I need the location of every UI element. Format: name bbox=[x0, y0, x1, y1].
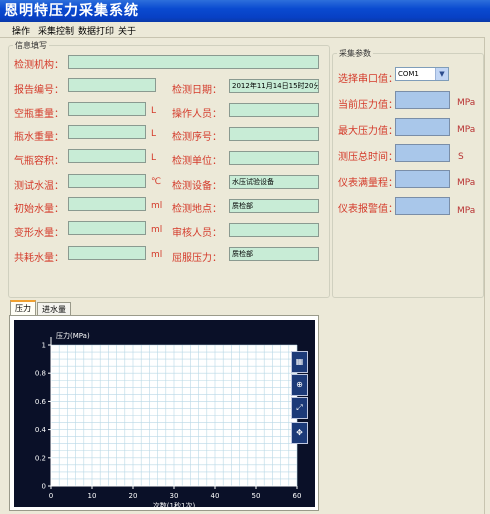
initial-water-unit: ml bbox=[151, 201, 163, 211]
cylinder-volume-unit: L bbox=[151, 153, 157, 163]
menu-collect-control[interactable]: 采集控制 bbox=[38, 24, 74, 37]
water-temp-unit: ℃ bbox=[151, 177, 162, 187]
empty-weight-label: 空瓶重量： bbox=[14, 109, 64, 120]
alarm-field[interactable] bbox=[395, 197, 450, 215]
full-range-unit: MPa bbox=[457, 178, 476, 188]
full-range-label: 仪表满量程： bbox=[338, 178, 398, 189]
water-temp-field[interactable] bbox=[68, 174, 146, 188]
chart-toolbar-zoom-icon[interactable]: ⊕ bbox=[291, 374, 308, 396]
reviewer-label: 审核人员： bbox=[172, 228, 222, 239]
chart-toolbar-grid-icon[interactable]: ▦ bbox=[291, 351, 308, 373]
full-range-field[interactable] bbox=[395, 170, 450, 188]
x-tick-label: 10 bbox=[88, 492, 97, 500]
window-right-border bbox=[484, 37, 490, 514]
unit-label: 检测单位： bbox=[172, 156, 222, 167]
x-tick-label: 0 bbox=[49, 492, 53, 500]
consume-water-label: 共耗水量： bbox=[14, 253, 64, 264]
reviewer-field[interactable] bbox=[229, 223, 319, 237]
port-value: COM1 bbox=[398, 70, 419, 78]
current-pressure-label: 当前压力值： bbox=[338, 100, 398, 111]
bottle-water-unit: L bbox=[151, 129, 157, 139]
report-no-field[interactable] bbox=[68, 78, 156, 92]
pressure-chart[interactable]: 0 10 20 30 40 50 60 0 0.2 0.4 0.6 0.8 1 压力(MPa) 次数(1秒1… bbox=[14, 320, 315, 507]
max-pressure-unit: MPa bbox=[457, 125, 476, 135]
y-tick-label: 0.4 bbox=[35, 426, 47, 434]
x-tick-label: 60 bbox=[293, 492, 302, 500]
inspect-org-field[interactable] bbox=[68, 55, 319, 69]
y-axis-label: 压力(MPa) bbox=[56, 331, 90, 340]
max-pressure-field[interactable] bbox=[395, 118, 450, 136]
total-time-field[interactable] bbox=[395, 144, 450, 162]
x-axis-label: 次数(1秒1次) bbox=[153, 501, 196, 507]
x-tick-label: 50 bbox=[252, 492, 261, 500]
empty-weight-unit: L bbox=[151, 106, 157, 116]
port-select[interactable]: COM1 ▼ bbox=[395, 67, 449, 81]
serial-label: 检测序号： bbox=[172, 132, 222, 143]
operator-field[interactable] bbox=[229, 103, 319, 117]
x-tick-label: 20 bbox=[129, 492, 138, 500]
y-tick-label: 0 bbox=[42, 483, 46, 491]
y-tick-label: 1 bbox=[42, 342, 46, 350]
y-tick-label: 0.6 bbox=[35, 398, 47, 406]
chart-panel: 0 10 20 30 40 50 60 0 0.2 0.4 0.6 0.8 1 压力(MPa) 次数(1秒1… bbox=[9, 315, 319, 511]
y-tick-label: 0.8 bbox=[35, 370, 46, 378]
serial-field[interactable] bbox=[229, 127, 319, 141]
operator-label: 操作人员： bbox=[172, 109, 222, 120]
initial-water-label: 初始水量： bbox=[14, 204, 64, 215]
report-no-label: 报告编号： bbox=[14, 85, 64, 96]
chevron-down-icon[interactable]: ▼ bbox=[435, 68, 448, 80]
params-group-legend: 采集参数 bbox=[339, 49, 371, 58]
cylinder-volume-label: 气瓶容积： bbox=[14, 156, 64, 167]
chart-toolbar-axis-icon[interactable]: ⤢ bbox=[291, 397, 308, 419]
info-group-legend: 信息填写 bbox=[15, 41, 47, 50]
test-date-field[interactable]: 2012年11月14日15时20分 bbox=[229, 79, 319, 93]
location-label: 检测地点： bbox=[172, 204, 222, 215]
yield-pressure-label: 屈服压力： bbox=[172, 253, 222, 264]
yield-pressure-field[interactable]: 质检部 bbox=[229, 247, 319, 261]
alarm-label: 仪表报警值： bbox=[338, 204, 398, 215]
deform-water-field[interactable] bbox=[68, 221, 146, 235]
current-pressure-unit: MPa bbox=[457, 98, 476, 108]
max-pressure-label: 最大压力值： bbox=[338, 126, 398, 137]
equipment-label: 检测设备： bbox=[172, 181, 222, 192]
cylinder-volume-field[interactable] bbox=[68, 149, 146, 163]
alarm-unit: MPa bbox=[457, 206, 476, 216]
chart-toolbar-pan-icon[interactable]: ✥ bbox=[291, 422, 308, 444]
menu-data-print[interactable]: 数据打印 bbox=[78, 24, 114, 37]
y-tick-label: 0.2 bbox=[35, 454, 46, 462]
window-title: 恩明特压力采集系统 bbox=[0, 0, 490, 22]
tab-water-intake[interactable]: 进水量 bbox=[37, 302, 71, 316]
empty-weight-field[interactable] bbox=[68, 102, 146, 116]
total-time-label: 测压总时间： bbox=[338, 152, 398, 163]
bottle-water-field[interactable] bbox=[68, 125, 146, 139]
menu-about[interactable]: 关于 bbox=[118, 24, 136, 37]
inspect-org-label: 检测机构： bbox=[14, 60, 64, 71]
chart-background: 0 10 20 30 40 50 60 0 0.2 0.4 0.6 0.8 1 压力(MPa) 次数(1秒1… bbox=[14, 320, 315, 507]
bottle-water-label: 瓶水重量： bbox=[14, 132, 64, 143]
deform-water-label: 变形水量： bbox=[14, 228, 64, 239]
menu-bar: 操作 采集控制 数据打印 关于 bbox=[0, 22, 490, 38]
test-date-label: 检测日期： bbox=[172, 85, 222, 96]
x-tick-label: 40 bbox=[211, 492, 220, 500]
consume-water-unit: ml bbox=[151, 250, 163, 260]
water-temp-label: 测试水温： bbox=[14, 181, 64, 192]
location-field[interactable]: 质检部 bbox=[229, 199, 319, 213]
initial-water-field[interactable] bbox=[68, 197, 146, 211]
consume-water-field[interactable] bbox=[68, 246, 146, 260]
total-time-unit: S bbox=[458, 152, 464, 162]
menu-operate[interactable]: 操作 bbox=[12, 24, 30, 37]
current-pressure-field[interactable] bbox=[395, 91, 450, 109]
unit-field[interactable] bbox=[229, 151, 319, 165]
x-tick-label: 30 bbox=[170, 492, 179, 500]
deform-water-unit: ml bbox=[151, 225, 163, 235]
port-label: 选择串口值： bbox=[338, 74, 398, 85]
equipment-field[interactable]: 水压试验设备 bbox=[229, 175, 319, 189]
